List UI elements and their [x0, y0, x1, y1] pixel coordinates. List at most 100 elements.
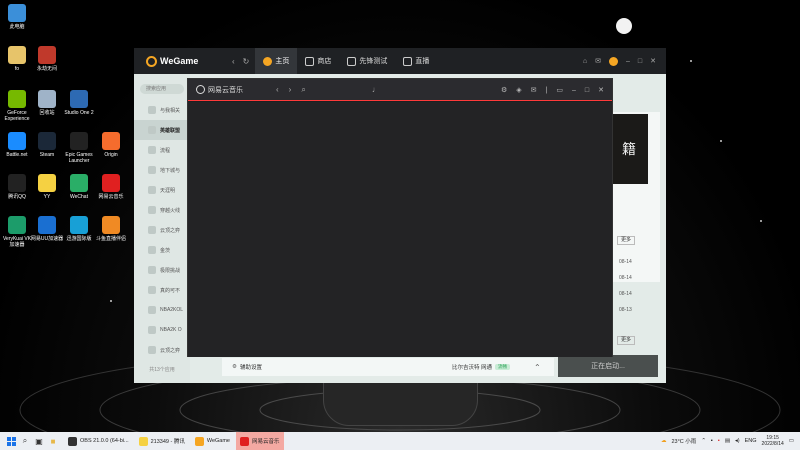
server-selector[interactable]: 比尔吉沃特 网通 流畅 — [452, 363, 511, 371]
game-launch-bar: ⚙ 辅助设置 比尔吉沃特 网通 流畅 ⌃ — [222, 358, 554, 376]
maximize-icon[interactable]: □ — [638, 58, 642, 65]
desktop-icon[interactable]: Steam — [30, 132, 64, 158]
forward-icon[interactable]: › — [289, 85, 292, 94]
search-icon[interactable]: ⌕ — [301, 85, 305, 95]
assist-settings-link[interactable]: 辅助设置 — [240, 363, 262, 371]
sidebar-item[interactable]: 与我相关 — [134, 100, 190, 120]
desktop-icon[interactable]: GeForce Experience — [0, 90, 34, 122]
close-icon[interactable]: ✕ — [650, 57, 656, 65]
tab-test[interactable]: 先锋测试 — [339, 48, 395, 74]
news-date: 08-14 — [619, 259, 632, 265]
mini-mode-icon[interactable]: ▭ — [556, 86, 563, 94]
network-icon[interactable]: ▤ — [725, 438, 730, 444]
desktop-icon[interactable]: WeChat — [62, 174, 96, 200]
desktop-icon[interactable]: Epic Games Launcher — [62, 132, 96, 164]
more-button-2[interactable]: 更多 — [617, 336, 636, 345]
desktop-icon[interactable]: Origin — [94, 132, 128, 158]
tab-live[interactable]: 直播 — [395, 48, 437, 74]
launch-button[interactable]: 正在启动... — [558, 355, 658, 377]
notification-icon[interactable]: ▭ — [789, 438, 794, 444]
sidebar-item-label: 地下城与 — [160, 167, 181, 174]
refresh-icon[interactable]: ↻ — [243, 57, 250, 66]
sidebar-item[interactable]: 穿越火线 — [134, 200, 190, 220]
desktop-icon[interactable]: VeryKuai VK 加速器 — [0, 216, 34, 248]
sidebar-item[interactable]: 云顶之弈 — [134, 220, 190, 240]
app-icon — [38, 174, 56, 192]
sidebar-item[interactable]: 真的可不 — [134, 280, 190, 300]
start-icon[interactable] — [4, 434, 18, 448]
close-icon[interactable]: ✕ — [598, 86, 604, 94]
sidebar-item[interactable]: 英雄联盟 — [134, 120, 190, 140]
desktop-icon[interactable]: 网易UU加速器 — [30, 216, 64, 242]
search-icon[interactable]: ⌕ — [18, 434, 32, 448]
taskbar-app[interactable]: WeGame — [191, 432, 234, 450]
weather-label[interactable]: 23°C 小雨 — [671, 437, 696, 445]
desktop-icon-label: Battle.net — [6, 152, 28, 158]
wegame-logo-icon — [146, 55, 157, 67]
game-icon — [148, 246, 156, 254]
minimize-icon[interactable]: – — [626, 58, 630, 65]
desktop-icon[interactable]: 此电脑 — [0, 4, 34, 30]
desktop-icon[interactable]: 斗鱼直播伴侣 — [94, 216, 128, 242]
wegame-logo: WeGame — [146, 55, 224, 67]
game-icon — [148, 326, 156, 334]
desktop-icon[interactable]: YY — [30, 174, 64, 200]
gear-icon: ⚙ — [232, 364, 237, 370]
sidebar-item[interactable]: NBA2K O — [134, 320, 190, 340]
file-explorer-icon[interactable]: ■ — [46, 434, 60, 448]
mail-icon[interactable]: ✉ — [531, 86, 537, 94]
tray-app-icon[interactable]: ▪ — [711, 438, 713, 444]
taskbar-app[interactable]: 213349 - 腾讯 — [135, 432, 189, 450]
sidebar-item[interactable]: 金茨 — [134, 240, 190, 260]
desktop-icon-label: fo — [14, 66, 20, 72]
desktop-icon[interactable]: 迅游国际版 — [62, 216, 96, 242]
language-indicator[interactable]: ENG — [745, 438, 757, 444]
sidebar-item[interactable]: 极限挑战 — [134, 260, 190, 280]
volume-icon[interactable]: ◂) — [735, 438, 740, 444]
desktop-icon[interactable]: 回收站 — [30, 90, 64, 116]
sidebar-item-label: 英雄联盟 — [160, 127, 181, 134]
sidebar-item[interactable]: 云顶之弈 — [134, 340, 190, 360]
sidebar-item[interactable]: 地下城与 — [134, 160, 190, 180]
game-icon — [148, 306, 156, 314]
maximize-icon[interactable]: □ — [585, 87, 589, 94]
tab-home[interactable]: 主页 — [255, 48, 298, 74]
desktop-icon[interactable]: Battle.net — [0, 132, 34, 158]
desktop-icon[interactable]: Studio One 2 — [62, 90, 96, 116]
back-icon[interactable]: ‹ — [232, 57, 235, 66]
more-button[interactable]: 更多 — [617, 236, 636, 245]
desktop-icon[interactable]: 永劫无间 — [30, 46, 64, 72]
desktop-icon[interactable]: fo — [0, 46, 34, 72]
desktop-icon[interactable]: 网易云音乐 — [94, 174, 128, 200]
taskbar-app[interactable]: OBS 21.0.0 (64-bi... — [64, 432, 133, 450]
microphone-icon[interactable]: ♩ — [372, 85, 380, 94]
app-icon — [8, 4, 26, 22]
sidebar-item[interactable]: NBA2KOL — [134, 300, 190, 320]
taskbar-app-label: OBS 21.0.0 (64-bi... — [80, 438, 129, 444]
avatar[interactable] — [608, 56, 618, 66]
tray-expand-icon[interactable]: ⌃ — [701, 438, 706, 444]
settings-icon[interactable]: ⚙ — [501, 86, 507, 94]
chevron-up-icon[interactable]: ⌃ — [534, 363, 541, 372]
promo-banner[interactable]: 籍 — [610, 114, 648, 184]
game-icon — [148, 186, 156, 194]
game-icon — [148, 286, 156, 294]
taskbar-app[interactable]: 网易云音乐 — [236, 432, 284, 450]
clock[interactable]: 19:15 2022/8/14 — [762, 435, 784, 447]
divider: | — [545, 86, 548, 94]
skin-icon[interactable]: ◈ — [516, 86, 521, 94]
minimize-icon[interactable]: – — [572, 87, 576, 94]
task-view-icon[interactable]: ▣ — [32, 434, 46, 448]
wegame-window-controls: ⌂ ✉ – □ ✕ — [583, 48, 656, 74]
sidebar-search-input[interactable]: 搜索应用 — [140, 84, 184, 94]
tray-app-icon[interactable]: ▪ — [718, 438, 720, 444]
message-icon[interactable]: ✉ — [595, 57, 601, 65]
app-icon — [70, 90, 88, 108]
tab-store[interactable]: 商店 — [297, 48, 339, 74]
sidebar-item[interactable]: 天涯明 — [134, 180, 190, 200]
desktop-icon[interactable]: 腾讯QQ — [0, 174, 34, 200]
netease-music-window[interactable]: 网易云音乐 ‹ › ⌕ ♩ ⚙ ◈ ✉ | ▭ – □ ✕ — [187, 78, 613, 357]
bag-icon[interactable]: ⌂ — [583, 58, 587, 65]
back-icon[interactable]: ‹ — [276, 85, 279, 94]
sidebar-item[interactable]: 流程 — [134, 140, 190, 160]
